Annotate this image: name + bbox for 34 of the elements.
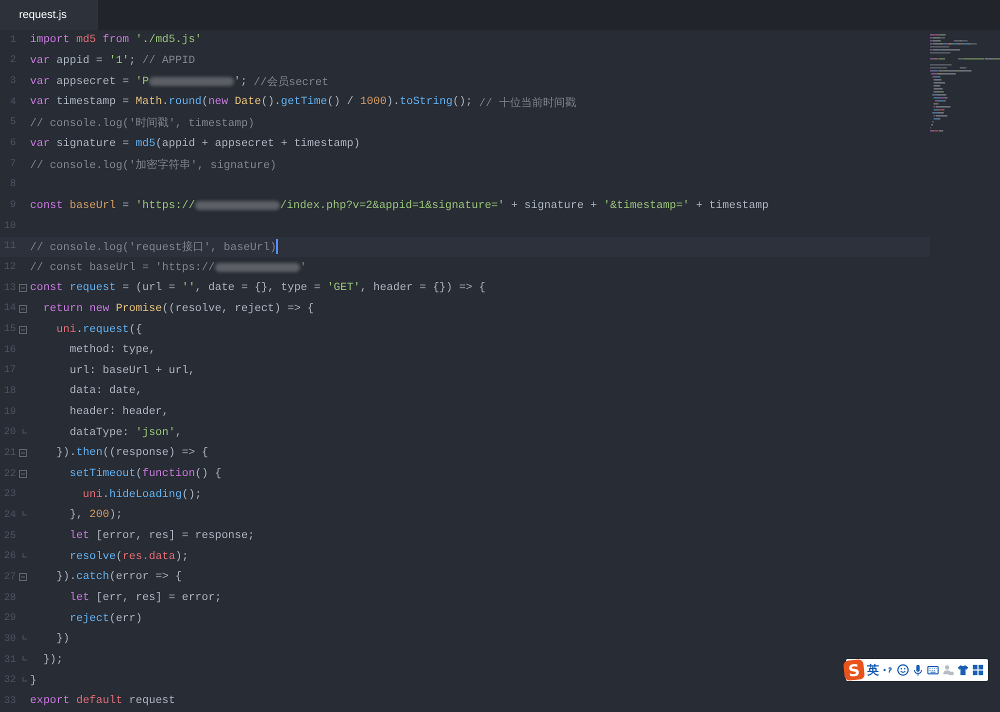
code-line: var appsecret = 'P '; //会员secret bbox=[30, 74, 328, 90]
code-line: return new Promise((resolve, reject) => { bbox=[42, 302, 314, 315]
code-line: method: type, bbox=[68, 344, 156, 356]
code-line: // console.log('时间戳', timestamp) bbox=[30, 116, 254, 130]
code-line: header: header, bbox=[68, 406, 169, 418]
ime-logo[interactable]: S bbox=[843, 659, 865, 681]
code-line: data: date, bbox=[68, 385, 142, 398]
code-line: export default request bbox=[30, 695, 176, 708]
code-line: }) bbox=[55, 633, 70, 646]
code-line: var signature = md5(appid + appsecret + timestamp) bbox=[30, 138, 360, 150]
file-tab[interactable]: request.js bbox=[0, 0, 98, 30]
code-line: }); bbox=[42, 654, 64, 666]
code-line: let [err, res] = error; bbox=[68, 592, 222, 604]
code-line: import md5 from './md5.js' bbox=[30, 34, 202, 46]
code-line: const baseUrl = 'https:// /index.php?v=2&appid=1&signature=' + signature + '&timestamp=' + timestamp bbox=[30, 200, 769, 212]
input-mode-toggle[interactable]: 英 bbox=[867, 662, 879, 678]
code-line: }, 200); bbox=[68, 509, 122, 522]
code-line: url: baseUrl + url, bbox=[68, 364, 196, 377]
code-line: var timestamp = Math.round(new Date().getTime() / 1000).toString(); // 十位当前时间戳 bbox=[30, 95, 576, 110]
code-line: } bbox=[30, 674, 37, 687]
code-line: // const baseUrl = 'https:// ' bbox=[30, 262, 306, 274]
code-line: // console.log('加密字符串', signature) bbox=[30, 158, 276, 172]
code-line: dataType: 'json', bbox=[68, 426, 182, 439]
code-line: }).then((response) => { bbox=[55, 447, 208, 460]
code-line: let [error, res] = response; bbox=[68, 530, 254, 542]
code-line: // console.log('request接口', baseUrl) bbox=[30, 239, 278, 254]
code-line: setTimeout(function() { bbox=[68, 468, 222, 480]
code-line: resolve(res.data); bbox=[68, 550, 188, 563]
code-line: }).catch(error => { bbox=[55, 571, 182, 584]
code-line: const request = (url = '', date = {}, type = 'GET', header = {}) => { bbox=[30, 282, 486, 294]
code-line: uni.request({ bbox=[55, 324, 142, 336]
code-line: reject(err) bbox=[68, 612, 142, 625]
code-line: uni.hideLoading(); bbox=[82, 488, 202, 501]
code-line: var appid = '1'; // APPID bbox=[30, 54, 196, 67]
